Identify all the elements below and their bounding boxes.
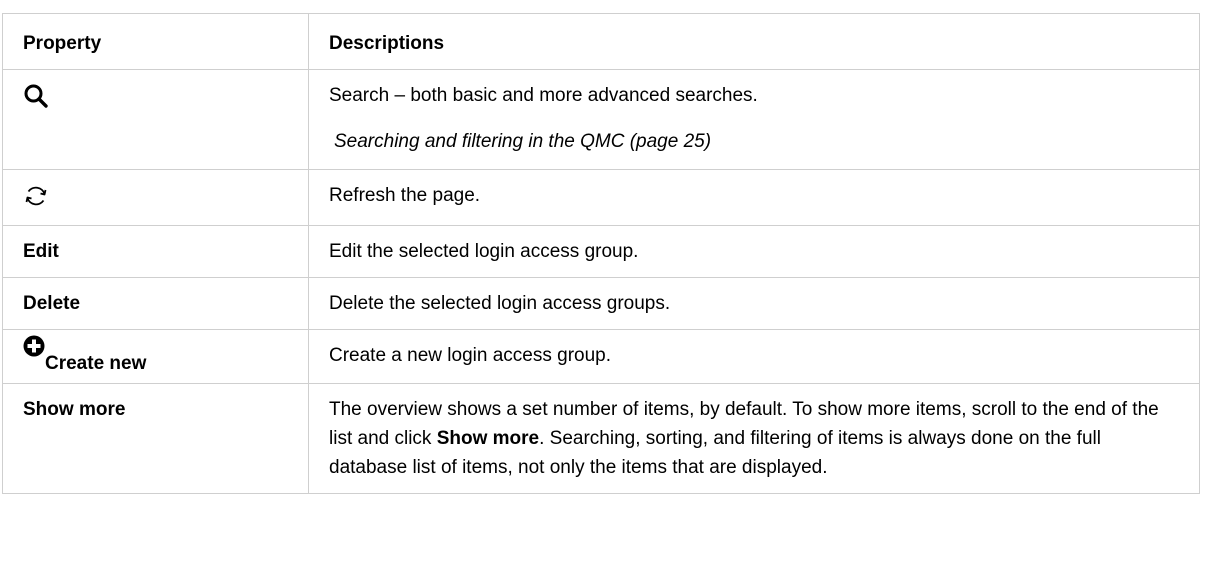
create-new-label: Create new (45, 353, 147, 374)
header-descriptions: Descriptions (308, 13, 1200, 70)
show-more-label: Show more (23, 399, 126, 420)
search-reference-link[interactable]: Searching and filtering in the QMC (page… (329, 127, 1179, 156)
property-cell-edit: Edit (2, 225, 309, 278)
property-cell-search (2, 69, 309, 170)
property-cell-delete: Delete (2, 277, 309, 330)
search-description: Search – both basic and more advanced se… (329, 85, 758, 106)
description-cell-refresh: Refresh the page. (308, 169, 1200, 226)
create-new-button[interactable]: Create new (23, 335, 146, 374)
table-header-row: Property Descriptions (2, 13, 1200, 70)
property-cell-refresh (2, 169, 309, 226)
plus-circle-icon (23, 335, 45, 366)
header-property: Property (2, 13, 309, 70)
refresh-description: Refresh the page. (329, 185, 481, 206)
description-cell-show-more: The overview shows a set number of items… (308, 383, 1200, 494)
edit-label: Edit (23, 241, 59, 262)
create-new-description: Create a new login access group. (329, 345, 611, 366)
description-cell-delete: Delete the selected login access groups. (308, 277, 1200, 330)
property-table-container: Property Descriptions Search – both basi… (2, 13, 1200, 494)
edit-description: Edit the selected login access group. (329, 241, 639, 262)
property-table: Property Descriptions Search – both basi… (2, 13, 1200, 494)
property-cell-create-new: Create new (2, 329, 309, 384)
show-more-inline-bold: Show more (436, 428, 540, 449)
table-row-show-more: Show more The overview shows a set numbe… (2, 383, 1200, 494)
table-row-search: Search – both basic and more advanced se… (2, 69, 1200, 170)
description-cell-search: Search – both basic and more advanced se… (308, 69, 1200, 170)
search-icon[interactable] (23, 83, 49, 118)
property-cell-show-more: Show more (2, 383, 309, 494)
table-row-edit: Edit Edit the selected login access grou… (2, 225, 1200, 278)
refresh-icon[interactable] (23, 183, 49, 218)
description-cell-create-new: Create a new login access group. (308, 329, 1200, 384)
table-row-refresh: Refresh the page. (2, 169, 1200, 226)
description-cell-edit: Edit the selected login access group. (308, 225, 1200, 278)
delete-description: Delete the selected login access groups. (329, 293, 671, 314)
table-row-create-new: Create new Create a new login access gro… (2, 329, 1200, 384)
delete-label: Delete (23, 293, 81, 314)
table-row-delete: Delete Delete the selected login access … (2, 277, 1200, 330)
